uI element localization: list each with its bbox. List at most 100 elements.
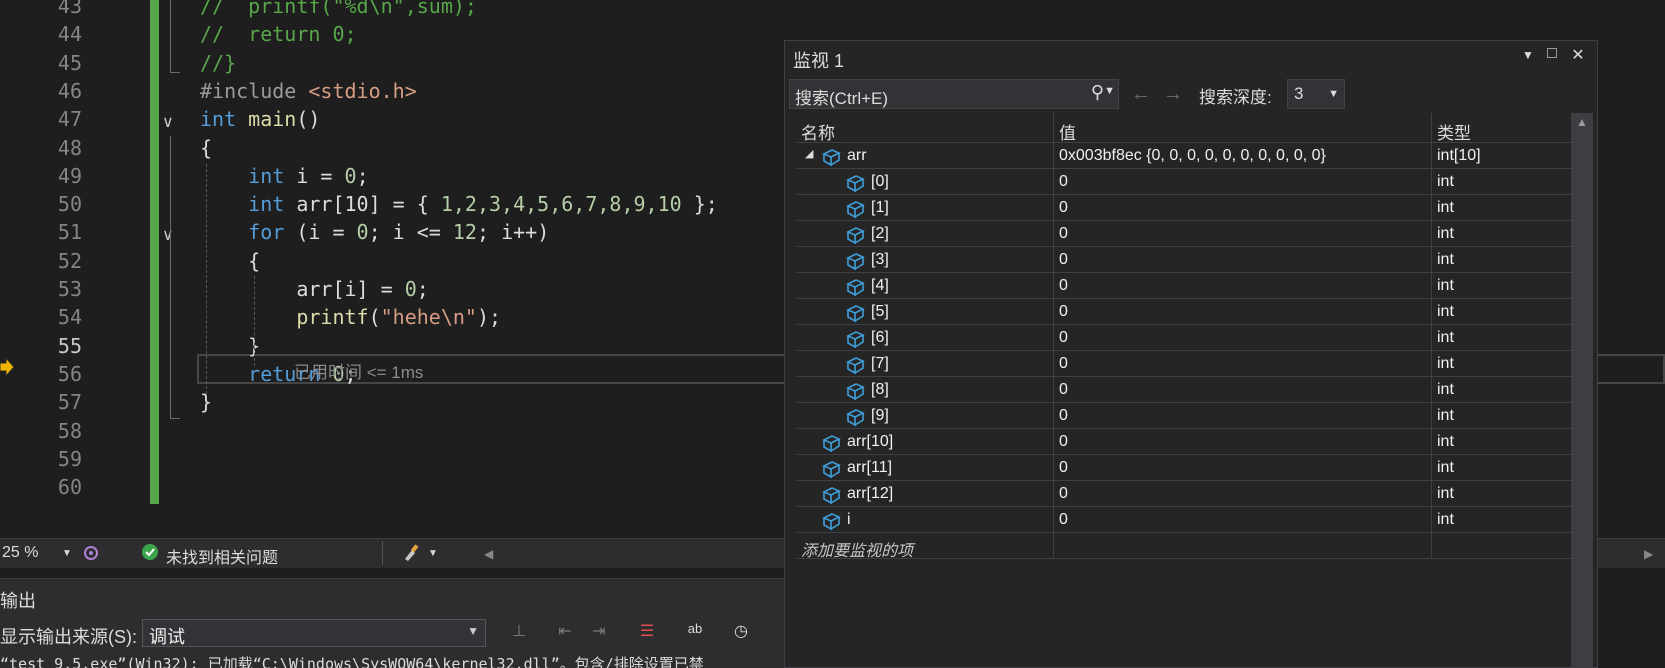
code-line[interactable]: for (i = 0; i <= 12; i++) (200, 220, 549, 244)
perf-tip: 已用时间 <= 1ms (294, 363, 424, 382)
watch-row-value[interactable]: 0 (1059, 225, 1068, 243)
watch-row[interactable]: [7] 0 int (797, 351, 1572, 377)
column-divider[interactable] (1431, 113, 1432, 142)
watch-row-name[interactable]: i (847, 511, 851, 529)
watch-row[interactable]: [1] 0 int (797, 195, 1572, 221)
clock-icon[interactable]: ◷ (728, 621, 754, 645)
issues-status[interactable]: 未找到相关问题 (166, 544, 278, 568)
collapse-triangle-icon[interactable]: ◢ (805, 147, 813, 160)
watch-row[interactable]: [6] 0 int (797, 325, 1572, 351)
code-line[interactable]: // return 0; (200, 22, 357, 46)
watch-row[interactable]: [8] 0 int (797, 377, 1572, 403)
watch-row-value[interactable]: 0 (1059, 277, 1068, 295)
window-menu-icon[interactable]: ▼ (1517, 48, 1539, 70)
search-options-dropdown-icon[interactable]: ▼ (1104, 85, 1115, 97)
code-line[interactable]: int i = 0; (200, 164, 368, 188)
watch-row-name[interactable]: [0] (871, 173, 889, 191)
watch-search-input[interactable]: 搜索(Ctrl+E) ⚲ ▼ (789, 79, 1119, 109)
watch-row-value[interactable]: 0 (1059, 199, 1068, 217)
scroll-left-icon[interactable]: ◀ (484, 547, 493, 561)
watch-row-value[interactable]: 0 (1059, 251, 1068, 269)
watch-row[interactable]: [9] 0 int (797, 403, 1572, 429)
watch-row-value[interactable]: 0 (1059, 407, 1068, 425)
watch-row-name[interactable]: arr (847, 147, 867, 165)
line-number: 52 (57, 248, 82, 273)
watch-row[interactable]: arr[12] 0 int (797, 481, 1572, 507)
add-watch-row[interactable]: 添加要监视的项 (797, 533, 1572, 561)
watch-row-name[interactable]: arr[11] (847, 459, 892, 477)
code-line[interactable]: // printf("%d\n",sum); (200, 0, 477, 18)
watch-row-name[interactable]: [5] (871, 303, 889, 321)
column-header-name[interactable]: 名称 (801, 119, 835, 144)
watch-row[interactable]: [2] 0 int (797, 221, 1572, 247)
watch-vertical-scrollbar[interactable]: ▲ (1571, 113, 1593, 668)
code-line[interactable]: int main() (200, 107, 320, 131)
watch-row-type: int (1437, 355, 1454, 372)
watch-row-name[interactable]: arr[10] (847, 433, 893, 451)
watch-row[interactable]: arr[11] 0 int (797, 455, 1572, 481)
fold-chevron-for-icon[interactable]: ∨ (162, 225, 174, 244)
go-to-code-icon[interactable]: ⊥ (506, 621, 532, 645)
output-source-select[interactable]: 调试 ▼ (142, 619, 486, 647)
watch-row[interactable]: [4] 0 int (797, 273, 1572, 299)
watch-row-type: int (1437, 251, 1454, 268)
copilot-icon[interactable] (82, 544, 100, 567)
watch-row-value[interactable]: 0 (1059, 381, 1068, 399)
column-divider[interactable] (1053, 113, 1054, 142)
code-line[interactable]: int arr[10] = { 1,2,3,4,5,6,7,8,9,10 }; (200, 192, 718, 216)
prev-message-icon[interactable]: ⇤ (552, 621, 578, 645)
search-depth-select[interactable]: 3 ▼ (1287, 79, 1345, 109)
code-line[interactable]: #include <stdio.h> (200, 79, 417, 103)
zoom-level[interactable]: 25 % (2, 544, 38, 562)
code-cleanup-brush-icon[interactable] (402, 544, 422, 567)
code-line[interactable]: //} (200, 51, 236, 75)
watch-row-value[interactable]: 0 (1059, 459, 1068, 477)
fold-chevron-main-icon[interactable]: ∨ (162, 112, 174, 131)
code-line[interactable]: { (200, 136, 212, 160)
watch-row-value[interactable]: 0 (1059, 433, 1068, 451)
cleanup-dropdown-icon[interactable]: ▼ (428, 548, 438, 559)
watch-row-type: int (1437, 303, 1454, 320)
code-line[interactable]: { (200, 249, 260, 273)
column-divider (1431, 533, 1432, 558)
scroll-up-icon[interactable]: ▲ (1576, 115, 1588, 129)
scroll-right-icon[interactable]: ▶ (1644, 547, 1653, 561)
maximize-icon[interactable]: □ (1541, 45, 1563, 67)
word-wrap-icon[interactable]: ab (682, 621, 708, 645)
watch-row-value[interactable]: 0 (1059, 485, 1068, 503)
column-header-type[interactable]: 类型 (1437, 119, 1471, 144)
line-number: 43 (57, 0, 82, 18)
watch-row-name[interactable]: [6] (871, 329, 889, 347)
watch-row-value[interactable]: 0 (1059, 355, 1068, 373)
code-line[interactable]: } (200, 334, 260, 358)
zoom-dropdown-icon[interactable]: ▼ (62, 548, 72, 559)
watch-row-name[interactable]: [3] (871, 251, 889, 269)
code-line[interactable]: printf("hehe\n"); (200, 305, 501, 329)
watch-row[interactable]: [0] 0 int (797, 169, 1572, 195)
clear-all-icon[interactable]: ☰ (634, 621, 660, 645)
watch-row[interactable]: [3] 0 int (797, 247, 1572, 273)
add-watch-item[interactable]: 添加要监视的项 (801, 537, 913, 561)
watch-row-name[interactable]: [8] (871, 381, 889, 399)
search-forward-icon[interactable]: → (1163, 83, 1183, 106)
code-line[interactable]: arr[i] = 0; (200, 277, 428, 301)
watch-row-value[interactable]: 0 (1059, 303, 1068, 321)
watch-row[interactable]: arr[10] 0 int (797, 429, 1572, 455)
watch-row-value[interactable]: 0 (1059, 511, 1068, 529)
search-back-icon[interactable]: ← (1131, 83, 1151, 106)
watch-row-value[interactable]: 0 (1059, 173, 1068, 191)
watch-row-name[interactable]: [7] (871, 355, 889, 373)
watch-row-name[interactable]: [4] (871, 277, 889, 295)
watch-row[interactable]: ◢ arr 0x003bf8ec {0, 0, 0, 0, 0, 0, 0, 0, … (797, 143, 1572, 169)
watch-row-value[interactable]: 0x003bf8ec {0, 0, 0, 0, 0, 0, 0, 0, 0, 0… (1059, 147, 1326, 165)
watch-row[interactable]: [5] 0 int (797, 299, 1572, 325)
watch-row[interactable]: i 0 int (797, 507, 1572, 533)
watch-row-name[interactable]: [2] (871, 225, 889, 243)
watch-row-name[interactable]: arr[12] (847, 485, 893, 503)
watch-row-name[interactable]: [9] (871, 407, 889, 425)
column-header-value[interactable]: 值 (1059, 119, 1076, 144)
watch-row-name[interactable]: [1] (871, 199, 889, 217)
next-message-icon[interactable]: ⇥ (586, 621, 612, 645)
close-icon[interactable]: ✕ (1567, 45, 1589, 67)
watch-row-value[interactable]: 0 (1059, 329, 1068, 347)
